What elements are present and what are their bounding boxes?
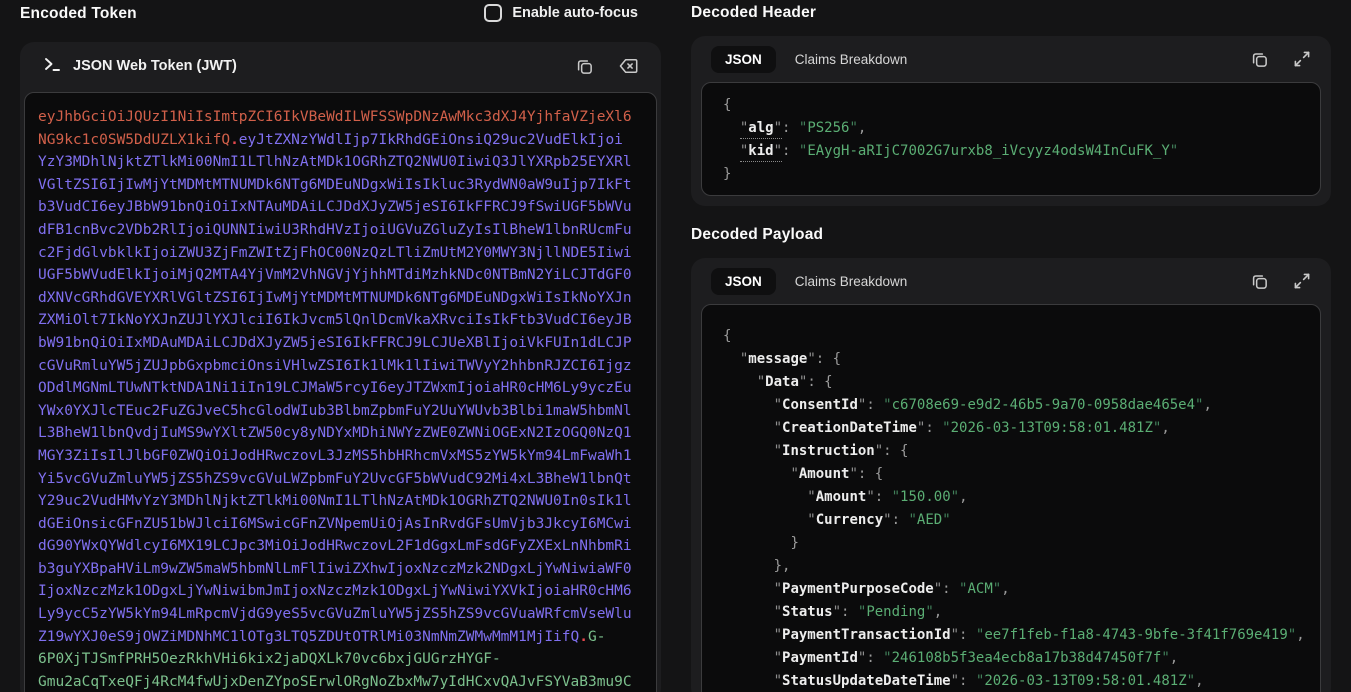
autofocus-label[interactable]: Enable auto-focus: [512, 5, 638, 21]
clear-token-button[interactable]: [618, 57, 639, 75]
tab-claims-breakdown-payload[interactable]: Claims Breakdown: [795, 274, 908, 289]
clear-backspace-icon: [618, 57, 639, 75]
decoded-header-card: JSON Claims Breakdown { "alg": "PS256", …: [691, 36, 1331, 206]
copy-header-button[interactable]: [1250, 50, 1269, 69]
copy-icon: [575, 57, 594, 76]
header-json-code: { "alg": "PS256", "kid": "EAygH-aRIjC700…: [723, 94, 1320, 186]
copy-icon: [1250, 50, 1269, 69]
decoded-payload-title: Decoded Payload: [691, 226, 823, 244]
decoded-header-tabs: JSON Claims Breakdown: [691, 36, 1331, 82]
token-text[interactable]: eyJhbGciOiJQUzI1NiIsImtpZCI6IkVBeWdILWFS…: [38, 106, 632, 692]
autofocus-control[interactable]: Enable auto-focus: [484, 4, 638, 22]
decoded-header-title: Decoded Header: [691, 4, 816, 22]
expand-payload-button[interactable]: [1293, 272, 1311, 290]
encoded-token-title: Encoded Token: [20, 5, 137, 23]
expand-header-button[interactable]: [1293, 50, 1311, 68]
token-editor-panel: eyJhbGciOiJQUzI1NiIsImtpZCI6IkVBeWdILWFS…: [24, 92, 657, 692]
encoded-token-card-header: JSON Web Token (JWT): [20, 42, 661, 90]
decoded-payload-tabs: JSON Claims Breakdown: [691, 258, 1331, 304]
tab-json-payload[interactable]: JSON: [711, 268, 776, 295]
copy-icon: [1250, 272, 1269, 291]
decoded-header-json-panel: { "alg": "PS256", "kid": "EAygH-aRIjC700…: [701, 82, 1321, 196]
tab-claims-breakdown-header[interactable]: Claims Breakdown: [795, 52, 908, 67]
tab-json-header[interactable]: JSON: [711, 46, 776, 73]
encoded-token-card: JSON Web Token (JWT) eyJhbGciOiJQUzI1NiI…: [20, 42, 661, 692]
expand-icon: [1293, 272, 1311, 290]
decoded-payload-json-panel: { "message": { "Data": { "ConsentId": "c…: [701, 304, 1321, 692]
copy-token-button[interactable]: [575, 57, 594, 76]
expand-icon: [1293, 50, 1311, 68]
autofocus-checkbox[interactable]: [484, 4, 502, 22]
terminal-prompt-icon: [42, 54, 62, 79]
payload-json-code: { "message": { "Data": { "ConsentId": "c…: [723, 325, 1320, 692]
copy-payload-button[interactable]: [1250, 272, 1269, 291]
jwt-panel-title: JSON Web Token (JWT): [73, 58, 237, 74]
decoded-payload-card: JSON Claims Breakdown { "message": { "Da…: [691, 258, 1331, 692]
